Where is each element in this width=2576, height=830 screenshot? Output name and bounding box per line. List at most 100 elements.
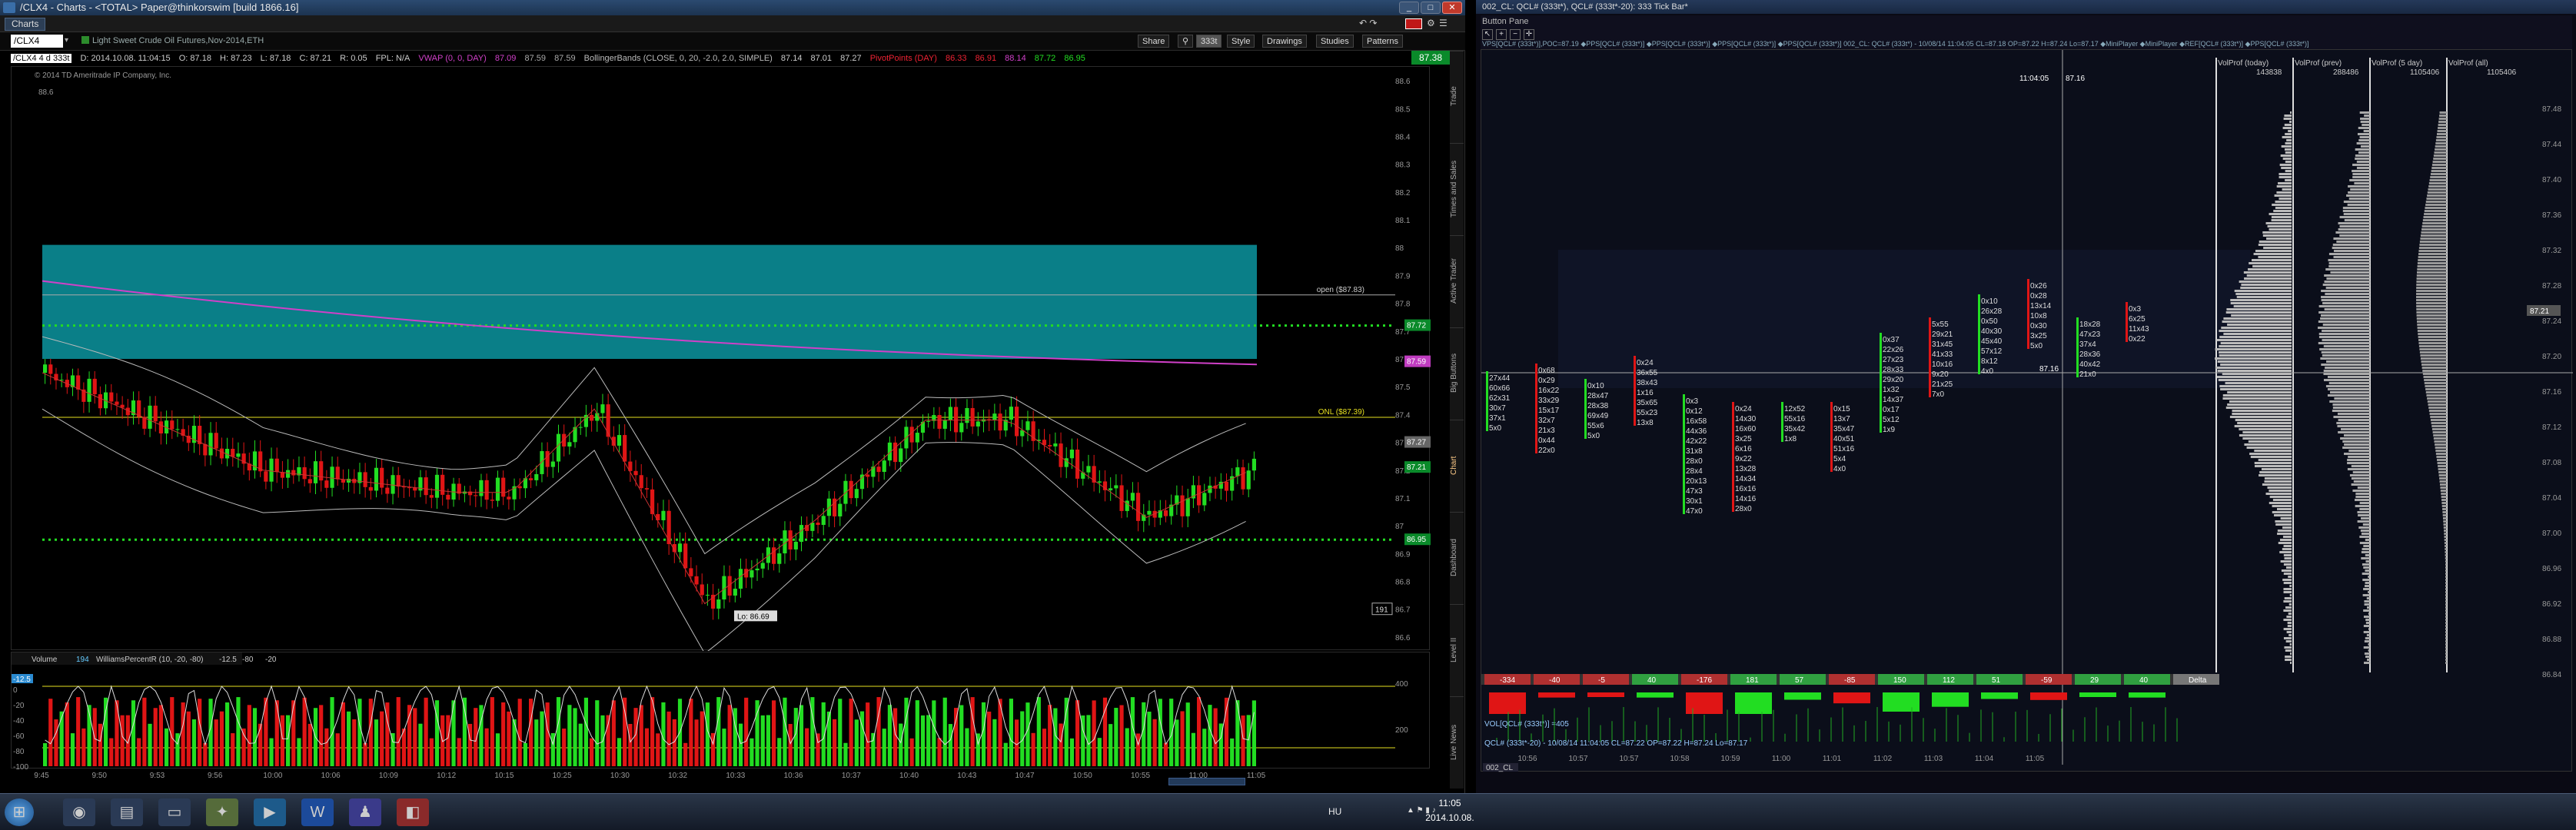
vol-profile-bar [2445,551,2447,553]
footprint-cell: 55x6 [1587,422,1604,430]
bollinger-label[interactable]: BollingerBands (CLOSE, 0, 20, -2.0, 2.0,… [584,54,773,63]
language-indicator[interactable]: HU [1328,806,1341,817]
volume-bar [578,723,583,766]
candle-body [755,568,760,571]
symbol-input[interactable]: /CLX4 [11,35,63,48]
side-tab-dashboard[interactable]: Dashboard [1450,512,1464,603]
style-button[interactable]: Style [1227,35,1255,48]
explorer-icon[interactable]: ▤ [111,798,143,826]
lower-study-panel[interactable]: Volume 194 WilliamsPercentR (10, -20, -80)… [11,652,1431,772]
thinkorswim-icon[interactable]: ▶ [254,798,286,826]
interval-button[interactable]: 333t [1196,35,1222,48]
share-button[interactable]: Share [1138,35,1170,48]
word-icon[interactable]: W [301,798,334,826]
vol-profile-bar [2326,277,2370,280]
footprint-chart[interactable]: VolProf (today) 143838 VolProf (prev) 28848… [1481,49,2573,772]
side-tab-active-trader[interactable]: Active Trader [1450,235,1464,326]
forward-icon[interactable]: ↷ [1369,18,1377,28]
vol-profile-bar [2239,281,2292,283]
vol-profile-bar [2438,471,2447,473]
vol-profile-bar [2435,148,2447,151]
app-icon[interactable]: ◧ [397,798,429,826]
vol-profile-bar [2352,471,2370,473]
horizontal-scrollbar[interactable] [1168,778,1245,785]
candle-body [1130,493,1135,501]
tab-charts[interactable]: Charts [5,18,46,31]
start-button[interactable]: ⊞ [5,798,34,826]
volume-bar [214,719,218,766]
side-tab-big-buttons[interactable]: Big Buttons [1450,327,1464,418]
price-chart[interactable]: © 2014 TD Ameritrade IP Company, Inc. ope… [11,66,1431,655]
delta-histogram [1637,692,1674,698]
patterns-button[interactable]: Patterns [1362,35,1403,48]
footprint-cell: 57x12 [1981,347,2003,356]
minimize-button[interactable]: _ [1399,2,1419,14]
menu-icon[interactable]: ☰ [1439,18,1448,28]
volume-bar [628,723,633,766]
studies-button[interactable]: Studies [1316,35,1354,48]
volume-bar [396,697,401,766]
side-tab-chart[interactable]: Chart [1450,420,1464,510]
color-icon[interactable] [1405,18,1422,29]
volume-bar [826,711,831,766]
drawings-button[interactable]: Drawings [1262,35,1307,48]
chevron-down-icon[interactable]: ▾ [65,36,68,45]
vol-profile-bar [2340,437,2370,440]
candle-body [633,470,638,476]
close-button[interactable]: ✕ [1442,2,1462,14]
pivot-label[interactable]: PivotPoints (DAY) [870,54,937,63]
app-icon[interactable]: ✦ [206,798,238,826]
clock-date[interactable]: 2014.10.08. [1411,812,1488,823]
crosshair-icon[interactable]: ✛ [1524,29,1534,40]
footprint-cell: 14x37 [1883,396,1904,404]
back-icon[interactable]: ↶ [1359,18,1367,28]
price-chart-svg[interactable]: © 2014 TD Ameritrade IP Company, Inc. ope… [12,67,1431,655]
footprint-chart-svg[interactable]: VolProf (today)143838 VolProf (prev)28848… [1481,50,2573,772]
footprint-cell: 16x58 [1686,417,1707,426]
zoom-out-icon[interactable]: − [1510,29,1521,40]
notepad-icon[interactable]: ▭ [158,798,191,826]
volume-bar [198,699,202,766]
candle-body [501,477,506,497]
link-icon[interactable]: ⚲ [1178,35,1193,48]
wpr-value: -12.5 [219,656,237,664]
footprint-cell: 14x16 [1735,495,1757,503]
time-tick: 10:55 [1131,772,1150,780]
footprint-cell: 51x16 [1833,445,1855,453]
footprint-cell: 40x30 [1981,327,2003,336]
axis-tick: 87 [1395,523,1404,531]
side-tab-times-and-sales[interactable]: Times and Sales [1450,143,1464,234]
maximize-button[interactable]: □ [1421,2,1441,14]
volume-bar [942,697,947,766]
williams-volume-svg[interactable]: Volume 194 WilliamsPercentR (10, -20, -80)… [12,652,1431,772]
time-tick: 10:25 [553,772,572,780]
zoom-in-icon[interactable]: + [1496,29,1507,40]
settings-icon[interactable]: ⚙ [1427,18,1435,28]
app-icon[interactable]: ♟ [349,798,381,826]
clock-time[interactable]: 11:05 [1411,798,1488,808]
time-tick: 10:57 [1619,755,1638,763]
vol-profile-bar [2249,262,2292,264]
wpr-badge-text: -12.5 [13,676,31,684]
vol-profile-bar [2223,317,2292,320]
chrome-icon[interactable]: ◉ [63,798,95,826]
vwap-label[interactable]: VWAP (0, 0, DAY) [418,54,486,63]
vol-profile-bar [2357,133,2370,135]
vol-profile-bar [2281,167,2292,169]
footprint-cell: 5x0 [2030,342,2043,350]
vol-profile-bar [2445,643,2447,646]
vol-profile-bar [2416,296,2447,298]
side-tab-level-ii[interactable]: Level II [1450,604,1464,695]
pointer-icon[interactable]: ↖ [1482,29,1493,40]
footprint-cell: 13x7 [1833,415,1850,423]
side-tab-trade[interactable]: Trade [1450,51,1464,141]
price-badge-text: 87.72 [1407,322,1426,330]
side-tab-live-news[interactable]: Live News [1450,696,1464,787]
vol-profile-bar [2419,348,2447,350]
vol-profile-bar [2261,468,2292,470]
volume-bar [573,708,577,766]
vol-profile-bar [2339,234,2370,237]
vol-profile-bar [2244,443,2292,446]
candle-body [600,404,605,413]
vol-profile-bar [2440,490,2447,492]
